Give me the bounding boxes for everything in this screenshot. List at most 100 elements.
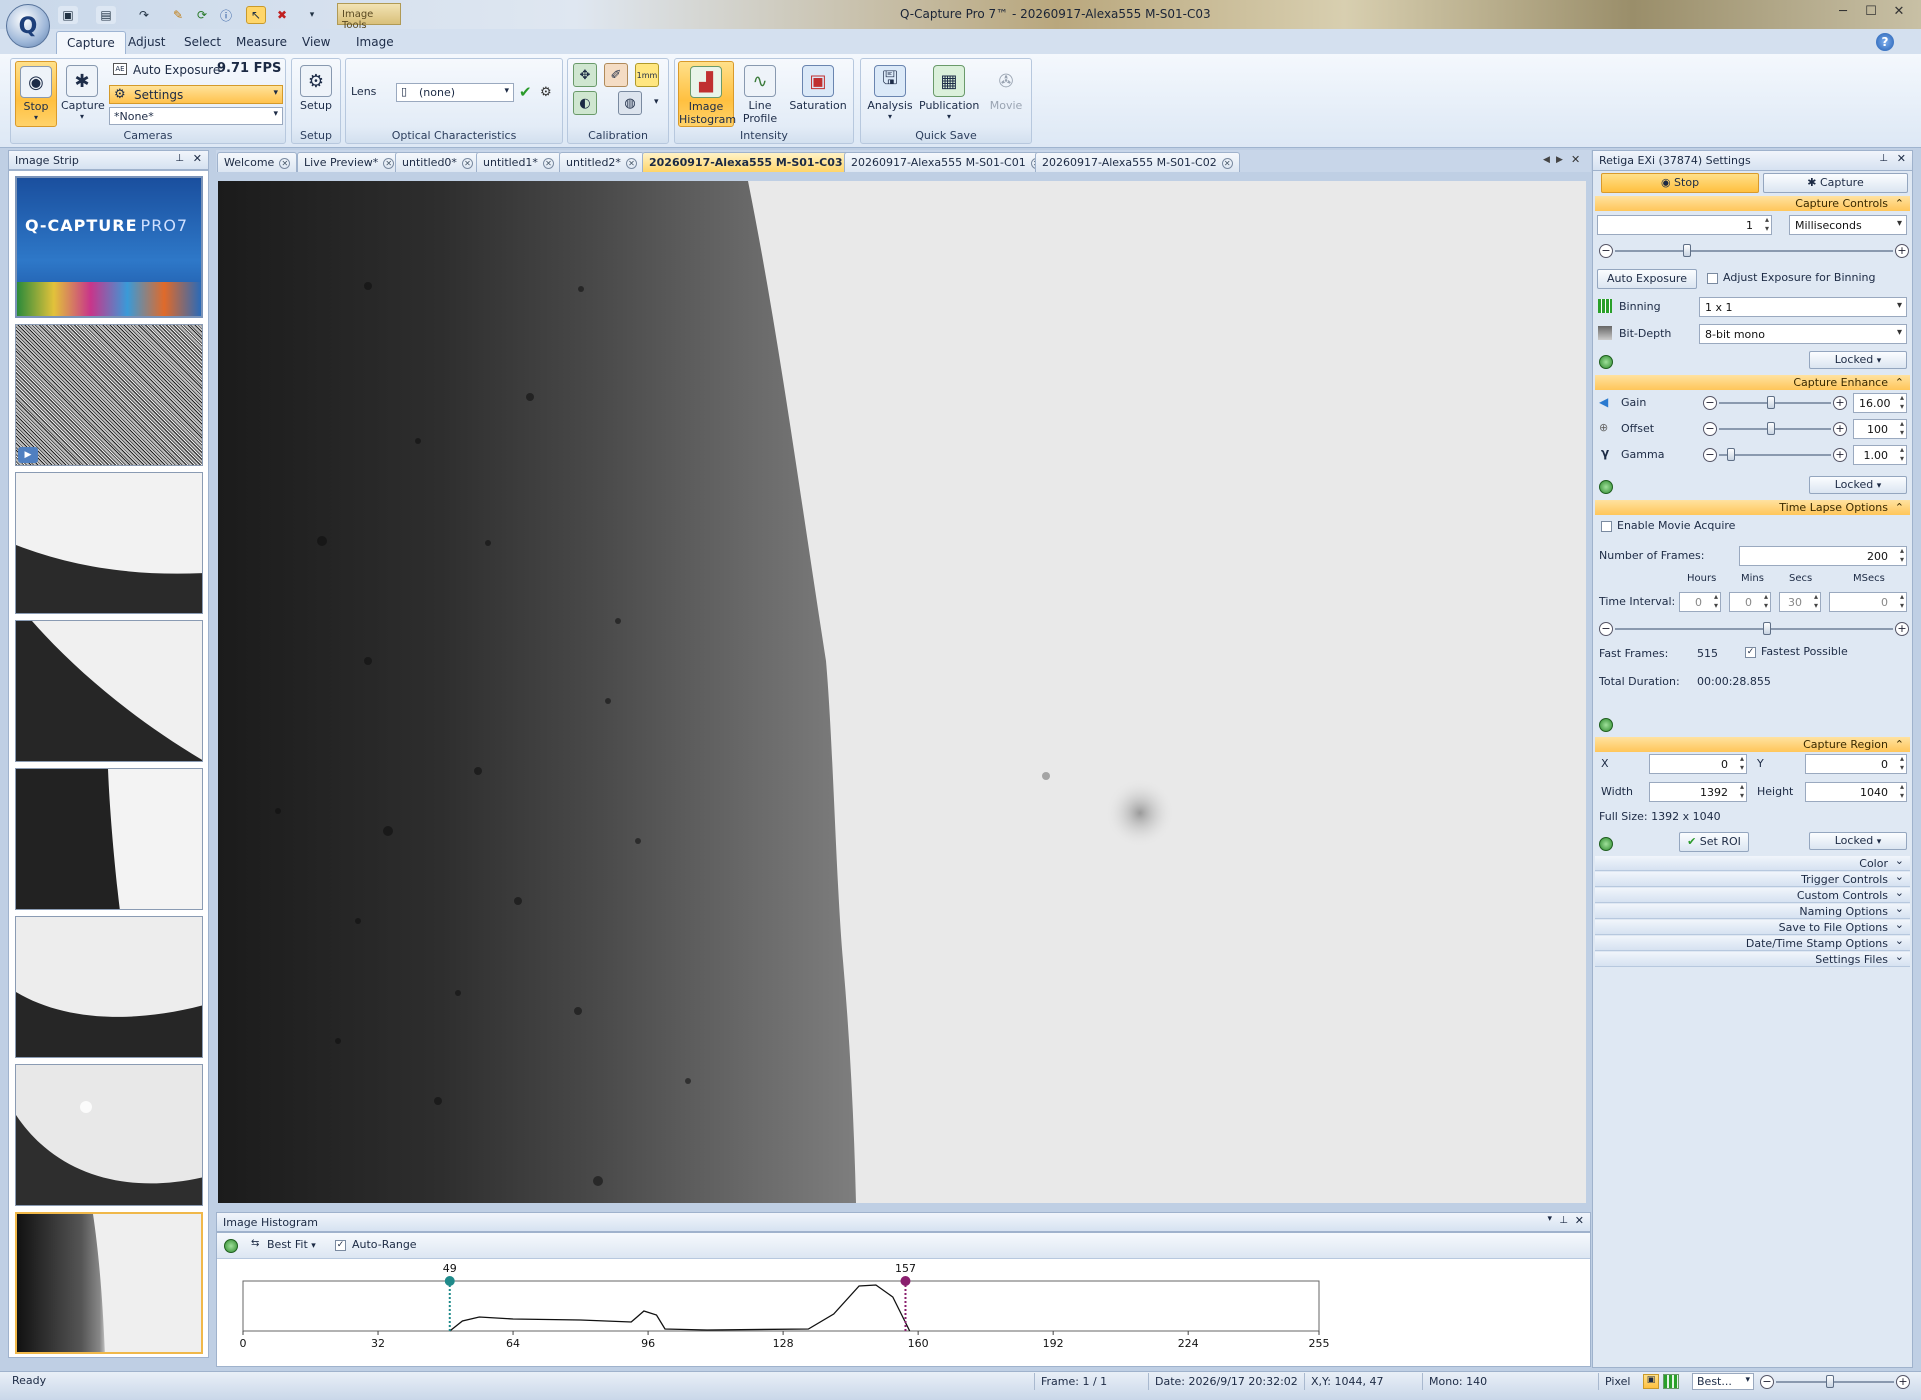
refresh-icon[interactable]	[1599, 480, 1613, 494]
preset-select[interactable]: *None* ▾	[109, 107, 283, 125]
white-balance-icon[interactable]: ◐	[573, 91, 597, 115]
edit-icon[interactable]: ✎	[168, 6, 188, 24]
pin-icon[interactable]: ⊥	[1559, 1215, 1568, 1226]
tab-scroll-left-icon[interactable]: ◀	[1543, 155, 1550, 165]
tab-close-icon[interactable]: ✕	[461, 158, 473, 169]
lens-settings-icon[interactable]: ⚙	[540, 85, 552, 100]
refresh-icon[interactable]: ⟳	[192, 6, 212, 24]
thumbnail-3[interactable]	[15, 472, 203, 614]
line-profile-button[interactable]: ∿ Line Profile	[737, 61, 783, 127]
adjust-binning-checkbox[interactable]	[1707, 273, 1718, 284]
ruler-icon[interactable]: 1mm	[635, 63, 659, 87]
exposure-unit-select[interactable]: Milliseconds	[1789, 215, 1907, 235]
thumbnail-4[interactable]	[15, 620, 203, 762]
binning-select[interactable]: 1 x 1	[1699, 297, 1907, 317]
slider-thumb[interactable]	[1727, 448, 1735, 461]
tab-close-icon[interactable]: ✕	[383, 158, 395, 169]
analysis-button[interactable]: 🖫 Analysis ▾	[865, 61, 915, 127]
minus-icon[interactable]: −	[1703, 396, 1717, 410]
minus-icon[interactable]: −	[1703, 422, 1717, 436]
minimize-button[interactable]: ─	[1830, 2, 1856, 22]
tab-image[interactable]: Image	[346, 31, 404, 54]
locked-dropdown-enhance[interactable]: Locked ▾	[1809, 476, 1907, 494]
enable-movie-checkbox[interactable]	[1601, 521, 1612, 532]
doc-tab-untitled0[interactable]: untitled0* ✕	[395, 152, 480, 172]
refresh-icon[interactable]	[1599, 837, 1613, 851]
slider-thumb[interactable]	[1683, 244, 1691, 257]
calibrate-icon[interactable]: ✥	[573, 63, 597, 87]
doc-tab-c02[interactable]: 20260917-Alexa555 M-S01-C02 ✕	[1035, 152, 1240, 172]
help-icon[interactable]: ?	[1876, 33, 1894, 51]
section-settings-files[interactable]: Settings Files	[1595, 949, 1910, 967]
refresh-icon[interactable]	[224, 1239, 238, 1253]
capture-button[interactable]: ✱ Capture ▾	[61, 61, 105, 127]
image-view-icon[interactable]: ▣	[1643, 1374, 1659, 1389]
tab-capture[interactable]: Capture	[56, 31, 126, 54]
auto-range-checkbox[interactable]: ✓	[335, 1240, 346, 1251]
section-color[interactable]: Color	[1595, 853, 1910, 871]
stop-button[interactable]: ◉ Stop ▾	[15, 61, 57, 127]
height-input[interactable]: 1040	[1805, 782, 1907, 802]
y-input[interactable]: 0	[1805, 754, 1907, 774]
doc-tab-c03[interactable]: 20260917-Alexa555 M-S01-C03✕	[642, 152, 866, 172]
status-pixel[interactable]: Pixel	[1598, 1373, 1640, 1390]
hours-input[interactable]: 0	[1679, 592, 1721, 612]
close-button[interactable]: ✕	[1886, 2, 1912, 22]
doc-tab-untitled1[interactable]: untitled1* ✕	[476, 152, 561, 172]
tab-close-icon[interactable]: ✕	[542, 158, 554, 169]
tab-select[interactable]: Select	[174, 31, 231, 54]
exposure-slider[interactable]: − +	[1599, 243, 1909, 259]
window-icon[interactable]: ▣	[58, 6, 78, 24]
setup-button[interactable]: ⚙ Setup	[295, 61, 337, 127]
plus-icon[interactable]: +	[1895, 244, 1909, 258]
saturation-button[interactable]: ▣ Saturation	[787, 61, 849, 127]
frames-input[interactable]: 200	[1739, 546, 1907, 566]
panel-capture-button[interactable]: ✱ Capture	[1763, 173, 1908, 193]
tab-close-icon[interactable]: ✕	[625, 158, 637, 169]
section-capture-region[interactable]: Capture Region	[1595, 737, 1910, 752]
x-input[interactable]: 0	[1649, 754, 1747, 774]
apply-check-icon[interactable]: ✔	[519, 83, 532, 101]
lens-select[interactable]: ▯ (none) ▾	[396, 83, 514, 102]
tab-close-icon[interactable]: ✕	[1221, 158, 1233, 169]
width-input[interactable]: 1392	[1649, 782, 1747, 802]
thumbnail-noise[interactable]: ▶	[15, 324, 203, 466]
doc-tab-live-preview[interactable]: Live Preview* ✕	[297, 152, 402, 172]
plus-icon[interactable]: +	[1833, 422, 1847, 436]
fastest-possible-checkbox[interactable]: ✓	[1745, 647, 1756, 658]
image-viewer[interactable]	[218, 181, 1586, 1203]
slider-thumb[interactable]	[1826, 1375, 1834, 1388]
close-document-icon[interactable]: ✕	[1571, 153, 1580, 166]
pin-icon[interactable]: ⊥	[175, 153, 184, 164]
thumbnail-5[interactable]	[15, 768, 203, 910]
thumbnail-splash[interactable]: Q-CAPTURE PRO7	[15, 176, 203, 318]
layout-icon[interactable]: ▤	[96, 6, 116, 24]
slider-thumb[interactable]	[1767, 422, 1775, 435]
section-custom-controls[interactable]: Custom Controls	[1595, 885, 1910, 903]
minus-icon[interactable]: −	[1599, 244, 1613, 258]
doc-tab-untitled2[interactable]: untitled2* ✕	[559, 152, 644, 172]
minus-icon[interactable]: −	[1599, 622, 1613, 636]
gamma-input[interactable]: 1.00	[1853, 445, 1907, 465]
pointer-icon[interactable]: ↖	[246, 6, 266, 24]
locked-dropdown-controls[interactable]: Locked ▾	[1809, 351, 1907, 369]
plus-icon[interactable]: +	[1833, 396, 1847, 410]
section-capture-enhance[interactable]: Capture Enhance	[1595, 375, 1910, 390]
thumbnail-7[interactable]	[15, 1064, 203, 1206]
minus-icon[interactable]: −	[1703, 448, 1717, 462]
zoom-mode-select[interactable]: Best... ▾	[1692, 1373, 1754, 1390]
close-icon[interactable]: ✕	[193, 152, 202, 165]
delete-icon[interactable]: ✖	[272, 6, 292, 24]
tab-view[interactable]: View	[292, 31, 340, 54]
refresh-icon[interactable]	[1599, 718, 1613, 732]
doc-tab-welcome[interactable]: Welcome ✕	[217, 152, 298, 172]
section-trigger-controls[interactable]: Trigger Controls	[1595, 869, 1910, 887]
slider-thumb[interactable]	[1767, 396, 1775, 409]
gain-slider[interactable]: − +	[1703, 395, 1847, 411]
thumbnail-6[interactable]	[15, 916, 203, 1058]
section-datetime-stamp[interactable]: Date/Time Stamp Options	[1595, 933, 1910, 951]
auto-exposure-link[interactable]: Auto Exposure	[133, 63, 220, 77]
zoom-slider[interactable]: − +	[1760, 1374, 1910, 1390]
plus-icon[interactable]: +	[1895, 622, 1909, 636]
section-time-lapse[interactable]: Time Lapse Options	[1595, 500, 1910, 515]
